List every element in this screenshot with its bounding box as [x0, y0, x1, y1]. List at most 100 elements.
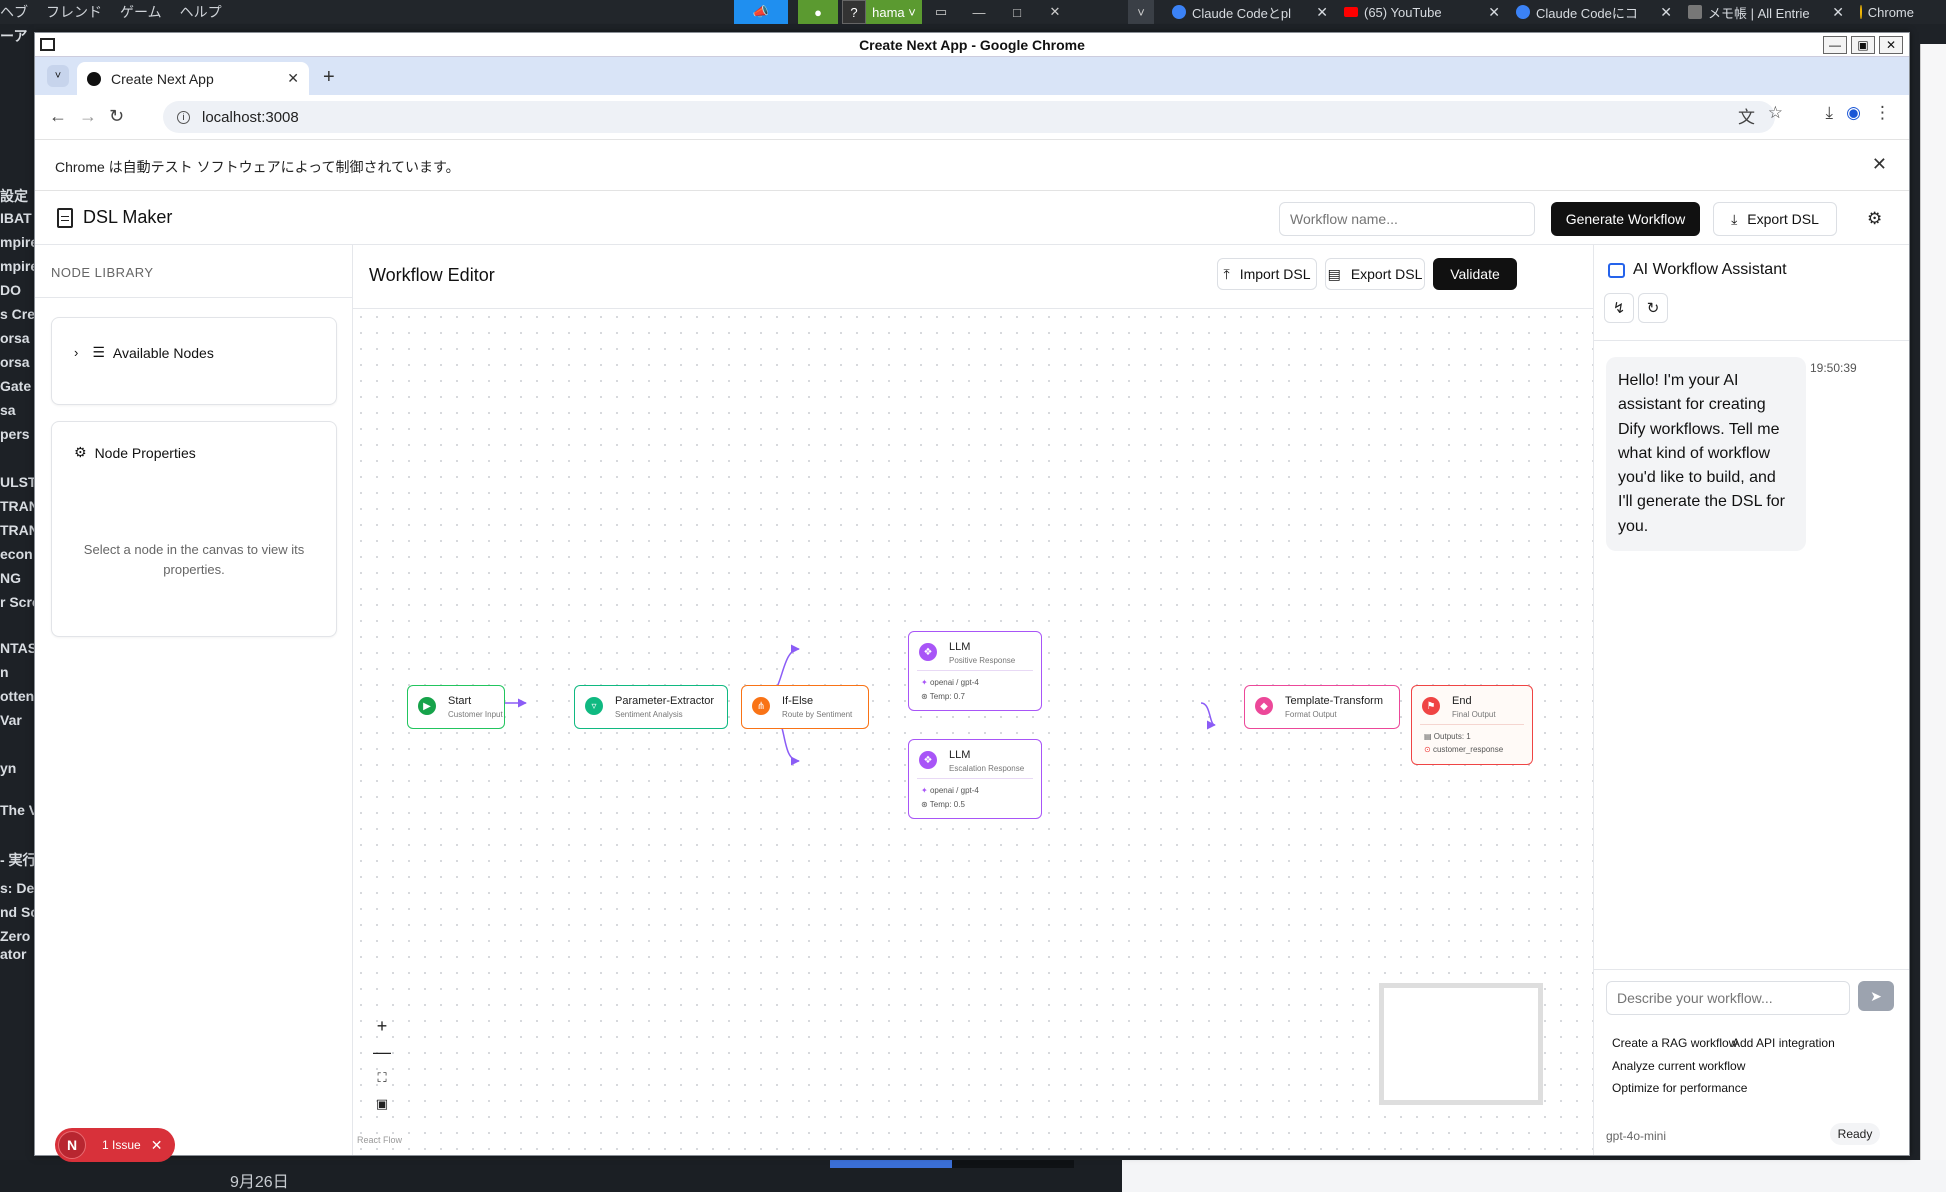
- sidebar-heading: NODE LIBRARY: [51, 265, 154, 280]
- close-icon[interactable]: ✕: [151, 1137, 163, 1154]
- suggestion-chip[interactable]: Add API integration: [1732, 1036, 1835, 1050]
- chevron-down-icon[interactable]: ˅: [1128, 0, 1154, 24]
- node-properties-card: ⚙ Node Properties Select a node in the c…: [51, 421, 337, 637]
- filter-icon: ▿: [585, 697, 603, 715]
- background-app-text: TRAN: [0, 522, 34, 538]
- node-parameter-extractor[interactable]: ▿ Parameter-Extractor Sentiment Analysis: [574, 685, 728, 729]
- background-app-text: Var: [0, 712, 22, 728]
- node-template-transform[interactable]: ◆ Template-Transform Format Output: [1244, 685, 1400, 729]
- megaphone-icon[interactable]: 📣: [734, 0, 788, 24]
- translate-icon[interactable]: 文: [1738, 103, 1755, 128]
- app-header: DSL Maker Generate Workflow ⤓ Export DSL…: [35, 193, 1909, 245]
- os-tab[interactable]: メモ帳 | All Entrie ✕: [1680, 0, 1852, 24]
- os-tab[interactable]: Claude Codeにコ ✕: [1508, 0, 1680, 24]
- workflow-name-input[interactable]: [1279, 202, 1535, 236]
- close-icon[interactable]: ✕: [1832, 4, 1844, 21]
- os-tab[interactable]: Claude Codeとpl ✕: [1164, 0, 1336, 24]
- os-tab[interactable]: (65) YouTube ✕: [1336, 0, 1508, 24]
- node-if-else[interactable]: ⋔ If-Else Route by Sentiment: [741, 685, 869, 729]
- close-icon[interactable]: ✕: [287, 70, 299, 87]
- issues-badge[interactable]: N 1 Issue ✕: [55, 1128, 175, 1162]
- node-llm-positive[interactable]: ❖ LLM Positive Response ✦ openai / gpt-4…: [908, 631, 1042, 711]
- react-flow-attribution[interactable]: React Flow: [357, 1135, 402, 1145]
- browser-tab[interactable]: Create Next App ✕: [77, 62, 309, 95]
- tab-favicon-icon: [1172, 5, 1186, 19]
- editor-export-dsl-label: Export DSL: [1350, 266, 1423, 282]
- generate-workflow-button[interactable]: Generate Workflow: [1551, 202, 1700, 236]
- minimap[interactable]: [1379, 983, 1543, 1105]
- os-tab-label: (65) YouTube: [1364, 4, 1442, 20]
- nextjs-logo-icon: [87, 71, 101, 86]
- chevron-right-icon: ›: [74, 345, 79, 360]
- os-menu-item[interactable]: ゲーム: [120, 2, 162, 22]
- help-icon[interactable]: ?: [842, 0, 866, 24]
- minimize-icon[interactable]: —: [960, 0, 998, 24]
- suggestion-chip[interactable]: Optimize for performance: [1612, 1081, 1747, 1095]
- brain-icon: ❖: [919, 643, 937, 661]
- close-icon[interactable]: ✕: [1872, 154, 1887, 175]
- maximize-icon[interactable]: ▣: [1851, 36, 1875, 54]
- export-dsl-label: Export DSL: [1747, 211, 1819, 227]
- os-menu-item[interactable]: ヘルプ: [180, 2, 222, 22]
- fit-view-icon[interactable]: ⛶: [367, 1065, 397, 1091]
- header-export-dsl-button[interactable]: ⤓ Export DSL: [1713, 202, 1837, 236]
- chevron-down-icon[interactable]: ˅: [47, 65, 69, 87]
- more-menu-icon[interactable]: ⋮: [1874, 103, 1891, 123]
- lightning-icon[interactable]: ↯: [1604, 293, 1634, 323]
- thermometer-icon: ⊛: [921, 692, 928, 701]
- os-tab[interactable]: Chrome: [1852, 0, 1922, 24]
- import-dsl-button[interactable]: ⤒ Import DSL: [1217, 258, 1317, 290]
- lock-icon[interactable]: ▣: [367, 1091, 397, 1117]
- suggestion-chip[interactable]: Create a RAG workflow: [1612, 1036, 1737, 1050]
- close-icon[interactable]: ✕: [1488, 4, 1500, 21]
- background-app-text: ator: [0, 946, 27, 962]
- forward-arrow-icon[interactable]: →: [79, 106, 97, 127]
- editor-title: Workflow Editor: [369, 265, 495, 285]
- zoom-controls: + — ⛶ ▣: [367, 1013, 397, 1117]
- monitor-icon[interactable]: ▭: [922, 0, 960, 24]
- minimize-icon[interactable]: —: [1823, 36, 1847, 54]
- node-end[interactable]: ⚑ End Final Output ▤ Outputs: 1 ⊙ custom…: [1411, 685, 1533, 765]
- zoom-in-icon[interactable]: +: [367, 1013, 397, 1039]
- ai-assistant-panel: AI Workflow Assistant ↯ ↻ Hello! I'm you…: [1593, 245, 1909, 1155]
- reload-icon[interactable]: ↻: [109, 106, 124, 127]
- zoom-out-icon[interactable]: —: [367, 1039, 397, 1065]
- refresh-icon[interactable]: ↻: [1638, 293, 1668, 323]
- bell-icon[interactable]: ●: [798, 0, 838, 24]
- flow-canvas[interactable]: ▶ Start Customer Input ▿ Parameter-Extra…: [353, 309, 1593, 1155]
- gear-icon[interactable]: ⚙: [1867, 209, 1882, 229]
- node-title: Template-Transform: [1285, 695, 1384, 707]
- download-icon: ⤓: [1731, 210, 1738, 227]
- node-properties-empty-text: Select a node in the canvas to view its …: [83, 542, 305, 577]
- node-llm-escalation[interactable]: ❖ LLM Escalation Response ✦ openai / gpt…: [908, 739, 1042, 819]
- node-subtitle: Sentiment Analysis: [615, 710, 683, 719]
- workflow-description-input[interactable]: [1606, 981, 1850, 1015]
- star-icon[interactable]: ☆: [1768, 103, 1783, 123]
- close-icon[interactable]: ✕: [1036, 0, 1074, 24]
- user-name: hama: [872, 4, 905, 20]
- close-icon[interactable]: ✕: [1316, 4, 1328, 21]
- suggestion-chip[interactable]: Analyze current workflow: [1612, 1059, 1745, 1073]
- play-icon: ▶: [418, 697, 436, 715]
- node-title: Parameter-Extractor: [615, 695, 715, 707]
- os-menu-item[interactable]: フレンド: [46, 2, 102, 22]
- download-icon[interactable]: ⤓: [1825, 103, 1833, 123]
- maximize-icon[interactable]: □: [998, 0, 1036, 24]
- send-icon[interactable]: ➤: [1858, 981, 1894, 1011]
- editor-export-dsl-button[interactable]: ▤ Export DSL: [1325, 258, 1425, 290]
- background-app-text: NG: [0, 570, 21, 586]
- plus-icon[interactable]: +: [323, 66, 335, 89]
- node-start[interactable]: ▶ Start Customer Input: [407, 685, 505, 729]
- node-subtitle: Positive Response: [949, 656, 1016, 665]
- edge-template-end[interactable]: [1200, 702, 1216, 730]
- profile-icon[interactable]: ◉: [1846, 103, 1861, 123]
- info-icon[interactable]: i: [177, 110, 190, 124]
- back-arrow-icon[interactable]: ←: [49, 106, 67, 127]
- address-bar[interactable]: i localhost:3008: [163, 101, 1775, 133]
- close-icon[interactable]: ✕: [1879, 36, 1903, 54]
- validate-button[interactable]: Validate: [1433, 258, 1517, 290]
- close-icon[interactable]: ✕: [1660, 4, 1672, 21]
- user-menu[interactable]: hama ˅: [866, 0, 922, 24]
- os-menu-item[interactable]: ヘブ: [0, 2, 28, 22]
- available-nodes-toggle[interactable]: › ☰ Available Nodes: [74, 344, 214, 361]
